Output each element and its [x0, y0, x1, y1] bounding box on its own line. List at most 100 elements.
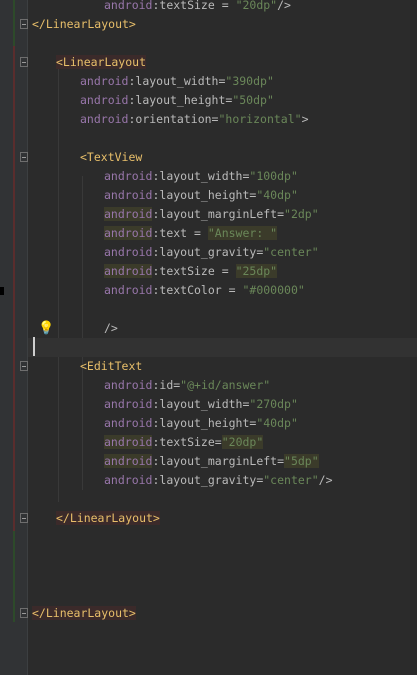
token-attr: :text = [152, 226, 208, 240]
token-tag: </LinearLayout> [32, 606, 136, 620]
token-ns: android [104, 169, 153, 183]
code-line[interactable] [28, 566, 417, 585]
code-line[interactable]: android:layout_gravity="center" [28, 243, 417, 262]
token-attr: :layout_height= [128, 93, 233, 107]
token-attr: :layout_width= [128, 74, 226, 88]
lightbulb-icon[interactable]: 💡 [38, 321, 54, 337]
token-tag: <EditText [80, 359, 143, 373]
token-ns: android [104, 188, 153, 202]
token-val: "40dp" [256, 188, 298, 202]
token-ns: android [80, 74, 129, 88]
token-val: "20dp" [221, 435, 264, 449]
token-ns: android [104, 226, 153, 240]
token-val: "270dp" [249, 397, 298, 411]
token-attr: > [301, 112, 309, 126]
token-ns: android [104, 416, 153, 430]
token-val: "25dp" [235, 264, 278, 278]
code-line[interactable]: android:layout_width="270dp" [28, 395, 417, 414]
token-attr: /> [277, 0, 291, 12]
code-line[interactable]: /> [28, 319, 417, 338]
token-ns: android [80, 93, 129, 107]
fold-toggle-icon[interactable] [20, 608, 28, 618]
token-tag: <TextView [80, 150, 143, 164]
code-line[interactable]: <LinearLayout [28, 53, 417, 72]
token-ns: android [104, 207, 153, 221]
token-ns: android [104, 435, 153, 449]
token-val: "#000000" [242, 283, 305, 297]
token-attr: :layout_height= [152, 416, 257, 430]
code-line[interactable]: android:layout_gravity="center"/> [28, 471, 417, 490]
token-val: "20dp" [235, 0, 278, 12]
text-caret [33, 337, 35, 356]
code-line[interactable] [28, 585, 417, 604]
code-line[interactable] [28, 528, 417, 547]
token-val: "@+id/answer" [180, 378, 271, 392]
code-line[interactable]: android:orientation="horizontal"> [28, 110, 417, 129]
token-attr: :textSize = [152, 0, 236, 12]
code-line[interactable] [28, 34, 417, 53]
code-line[interactable]: android:layout_height="50dp" [28, 91, 417, 110]
token-val: "Answer: " [207, 226, 278, 240]
code-line[interactable]: android:layout_width="390dp" [28, 72, 417, 91]
code-line[interactable]: android:layout_marginLeft="2dp" [28, 205, 417, 224]
token-ns: android [80, 112, 129, 126]
code-line[interactable]: <TextView [28, 148, 417, 167]
code-line[interactable] [28, 338, 417, 357]
token-ns: android [104, 264, 153, 278]
code-line[interactable]: </LinearLayout> [28, 604, 417, 623]
fold-toggle-icon[interactable] [20, 513, 28, 523]
code-line[interactable]: android:textSize="20dp" [28, 433, 417, 452]
token-tag: <LinearLayout [56, 55, 147, 69]
token-tag: </LinearLayout> [32, 17, 136, 31]
code-line[interactable]: android:layout_marginLeft="5dp" [28, 452, 417, 471]
vcs-modified-marker [13, 46, 15, 531]
code-line[interactable]: <EditText [28, 357, 417, 376]
code-line[interactable]: android:layout_height="40dp" [28, 414, 417, 433]
token-ns: android [104, 454, 153, 468]
code-line[interactable]: android:textSize = "25dp" [28, 262, 417, 281]
token-ns: android [104, 0, 153, 12]
code-line[interactable]: </LinearLayout> [28, 509, 417, 528]
token-attr: /> [104, 321, 118, 335]
token-val: "50dp" [232, 93, 274, 107]
token-attr: :textColor = [152, 283, 243, 297]
token-attr: :id= [152, 378, 181, 392]
fold-toggle-icon[interactable] [20, 152, 28, 162]
code-editor[interactable]: android:textSize = "20dp"/> </LinearLayou… [28, 0, 417, 675]
token-ns: android [104, 283, 153, 297]
token-val: "40dp" [256, 416, 298, 430]
token-attr: :layout_gravity= [152, 245, 264, 259]
token-val: "100dp" [249, 169, 298, 183]
token-tag: </LinearLayout> [56, 511, 160, 525]
token-attr: :layout_width= [152, 169, 250, 183]
token-attr: /> [318, 473, 333, 487]
code-line[interactable] [28, 490, 417, 509]
code-line[interactable] [28, 129, 417, 148]
token-val: "center" [263, 245, 319, 259]
token-ns: android [104, 378, 153, 392]
token-val: "390dp" [225, 74, 274, 88]
code-line[interactable]: android:text = "Answer: " [28, 224, 417, 243]
code-line[interactable]: android:id="@+id/answer" [28, 376, 417, 395]
token-val: "horizontal" [218, 112, 302, 126]
code-line[interactable] [28, 300, 417, 319]
fold-toggle-icon[interactable] [20, 361, 28, 371]
token-attr: :orientation= [128, 112, 219, 126]
code-line[interactable]: android:layout_height="40dp" [28, 186, 417, 205]
code-line[interactable]: </LinearLayout> [28, 15, 417, 34]
token-ns: android [104, 245, 153, 259]
token-attr: :layout_gravity= [152, 473, 264, 487]
scroll-marker [0, 287, 4, 295]
token-attr: :textSize = [152, 264, 236, 278]
code-line[interactable]: android:textColor = "#000000" [28, 281, 417, 300]
token-val: "5dp" [284, 454, 319, 468]
code-line[interactable]: android:layout_width="100dp" [28, 167, 417, 186]
token-ns: android [104, 397, 153, 411]
code-line[interactable] [28, 547, 417, 566]
fold-toggle-icon[interactable] [20, 57, 28, 67]
fold-toggle-icon[interactable] [20, 19, 28, 29]
code-line[interactable]: android:textSize = "20dp"/> [28, 0, 417, 15]
token-val: "2dp" [284, 207, 319, 221]
token-attr: :layout_width= [152, 397, 250, 411]
token-val: "center" [263, 473, 319, 487]
